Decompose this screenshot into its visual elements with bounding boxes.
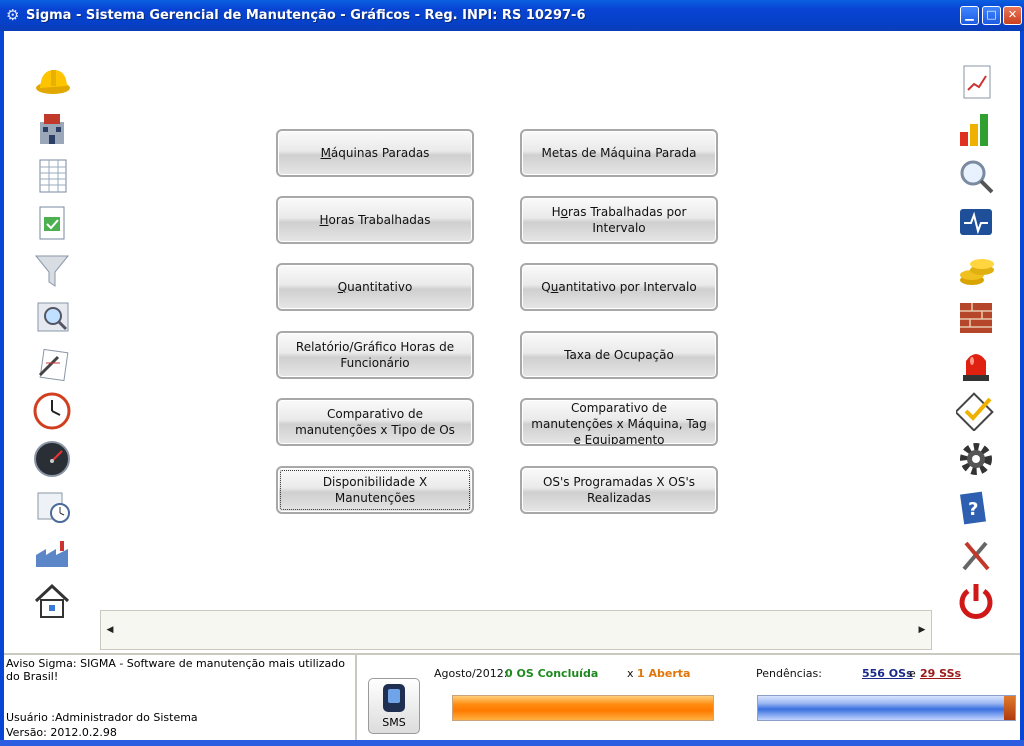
quantitativo-intervalo-button[interactable]: Quantitativo por Intervalo — [520, 263, 718, 311]
disponibilidade-manutencoes-button[interactable]: Disponibilidade X Manutenções — [276, 466, 474, 514]
oss-link[interactable]: 556 OSs — [862, 667, 913, 680]
svg-text:?: ? — [968, 499, 978, 520]
divider — [355, 655, 357, 742]
tools-icon[interactable] — [956, 535, 996, 575]
title-bar: ⚙ Sigma - Sistema Gerencial de Manutençã… — [0, 0, 1024, 31]
magnifier-report-icon[interactable] — [32, 297, 72, 337]
spreadsheet-icon[interactable] — [32, 156, 72, 196]
coins-icon[interactable] — [956, 250, 996, 290]
checklist-report-icon[interactable] — [32, 203, 72, 243]
window-border-left — [0, 31, 4, 746]
taxa-ocupacao-button[interactable]: Taxa de Ocupação — [520, 331, 718, 379]
maquinas-paradas-button[interactable]: Máquinas Paradas — [276, 129, 474, 177]
os-programadas-realizadas-button[interactable]: OS's Programadas X OS's Realizadas — [520, 466, 718, 514]
sms-button[interactable]: SMS — [368, 678, 420, 734]
app-gear-icon: ⚙ — [6, 6, 20, 24]
scroll-right-arrow-icon[interactable]: ▶ — [915, 621, 929, 639]
monitor-heartbeat-icon[interactable] — [956, 203, 996, 243]
close-button[interactable]: ✕ — [1003, 6, 1022, 25]
notice-text: Aviso Sigma: SIGMA - Software de manuten… — [6, 657, 345, 683]
notes-pencil-icon[interactable] — [32, 345, 72, 385]
siren-icon[interactable] — [956, 345, 996, 385]
checkmark-icon[interactable] — [954, 391, 996, 432]
pendencias-ss-fill — [1004, 696, 1015, 720]
taskbar-strip — [0, 740, 1024, 746]
help-book-icon[interactable]: ? — [956, 487, 996, 527]
quantitativo-button[interactable]: Quantitativo — [276, 263, 474, 311]
os-concluida-count: 0 OS Concluída — [505, 667, 599, 680]
clock-icon[interactable] — [32, 391, 72, 431]
gear-icon[interactable] — [956, 439, 996, 479]
maximize-button[interactable]: □ — [982, 6, 1001, 25]
magnifier-icon[interactable] — [956, 156, 996, 196]
scroll-left-arrow-icon[interactable]: ◀ — [103, 621, 117, 639]
home-icon[interactable] — [32, 581, 72, 621]
chart-document-icon[interactable] — [956, 62, 996, 102]
bricks-icon[interactable] — [956, 297, 996, 337]
filter-funnel-icon[interactable] — [32, 250, 72, 290]
os-progress-bar — [452, 695, 714, 721]
comparativo-maquina-tag-button[interactable]: Comparativo de manutenções x Máquina, Ta… — [520, 398, 718, 446]
window-border-right — [1020, 31, 1024, 746]
window-title: Sigma - Sistema Gerencial de Manutenção … — [26, 8, 586, 23]
factory-icon[interactable] — [32, 535, 72, 575]
power-icon[interactable] — [956, 581, 996, 621]
pendencias-label: Pendências: — [756, 667, 822, 680]
version-text: Versão: 2012.0.2.98 — [6, 726, 117, 739]
minimize-button[interactable]: ▁ — [960, 6, 979, 25]
separator-e: e — [909, 667, 916, 680]
horas-trabalhadas-button[interactable]: Horas Trabalhadas — [276, 196, 474, 244]
pendencias-progress-bar — [757, 695, 1016, 721]
relatorio-horas-funcionario-button[interactable]: Relatório/Gráfico Horas de Funcionário — [276, 331, 474, 379]
horizontal-scrollbar[interactable]: ◀ ▶ — [100, 610, 932, 650]
horas-trabalhadas-intervalo-button[interactable]: Horas Trabalhadas por Intervalo — [520, 196, 718, 244]
sms-label: SMS — [382, 716, 406, 729]
sss-link[interactable]: 29 SSs — [920, 667, 961, 680]
calendar-clock-icon[interactable] — [32, 487, 72, 527]
user-text: Usuário :Administrador do Sistema — [6, 711, 198, 724]
separator-x: x — [627, 667, 634, 680]
hardhat-icon[interactable] — [32, 62, 72, 102]
comparativo-tipo-os-button[interactable]: Comparativo de manutenções x Tipo de Os — [276, 398, 474, 446]
phone-icon — [383, 684, 405, 712]
building-icon[interactable] — [32, 110, 72, 150]
os-aberta-count: 1 Aberta — [637, 667, 691, 680]
speedometer-icon[interactable] — [32, 439, 72, 479]
metas-maquina-parada-button[interactable]: Metas de Máquina Parada — [520, 129, 718, 177]
status-panel: Aviso Sigma: SIGMA - Software de manuten… — [4, 653, 1020, 742]
bar-chart-icon[interactable] — [956, 110, 996, 150]
period-label: Agosto/2012: — [434, 667, 508, 680]
